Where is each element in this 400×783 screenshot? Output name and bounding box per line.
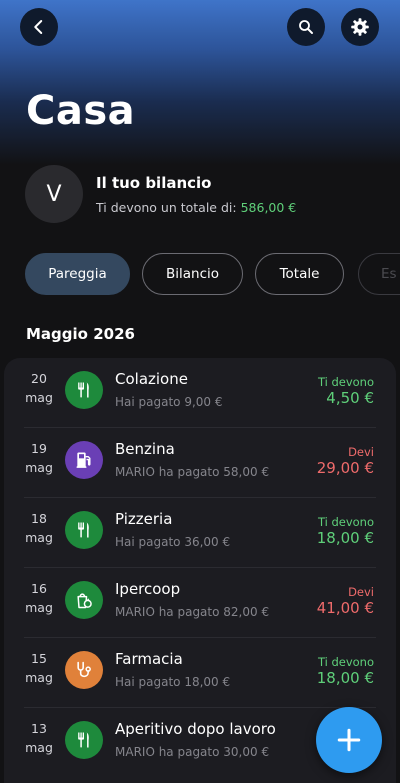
expense-day: 16 [31,581,47,596]
expense-day: 15 [31,651,47,666]
expense-row[interactable]: 18 mag Pizzeria Hai pagato 36,00 € Ti dev… [4,498,396,568]
cutlery-icon [65,511,103,549]
expense-date: 13 mag [22,719,56,757]
plus-icon [337,728,361,752]
expense-amount: 18,00 € [316,529,374,547]
expense-name: Pizzeria [115,510,173,528]
back-button[interactable] [20,8,58,46]
expense-month: mag [25,460,53,475]
expense-row[interactable]: 16 mag Ipercoop MARIO ha pagato 82,00 € D… [4,568,396,638]
expense-day: 19 [31,441,47,456]
expense-name: Colazione [115,370,188,388]
expense-month: mag [25,390,53,405]
expense-month: mag [25,600,53,615]
expense-status: Devi [348,585,374,599]
grocery-bag-icon [65,581,103,619]
expense-paid-text: MARIO ha pagato 58,00 € [115,465,270,479]
expense-month: mag [25,670,53,685]
balance-subtitle-text: Ti devono un totale di: [96,200,237,215]
expense-day: 18 [31,511,47,526]
avatar-letter: V [46,181,62,207]
chip-totale[interactable]: Totale [255,253,344,295]
expense-status: Devi [348,445,374,459]
expense-row[interactable]: 20 mag Colazione Hai pagato 9,00 € Ti dev… [4,358,396,428]
balance-title: Il tuo bilancio [96,174,212,192]
header-gradient [0,0,400,165]
expense-amount: 29,00 € [316,459,374,477]
stethoscope-icon [65,651,103,689]
settings-button[interactable] [341,8,379,46]
expense-status: Ti devono [317,515,374,529]
expense-date: 19 mag [22,439,56,477]
search-button[interactable] [287,8,325,46]
page-title: Casa [26,88,136,134]
expense-row[interactable]: 15 mag Farmacia Hai pagato 18,00 € Ti dev… [4,638,396,708]
chip-pareggia[interactable]: Pareggia [25,253,130,295]
expense-name: Benzina [115,440,175,458]
expense-month: mag [25,740,53,755]
expense-date: 20 mag [22,369,56,407]
expense-amount: 4,50 € [326,389,374,407]
expense-amount: 18,00 € [316,669,374,687]
expense-date: 18 mag [22,509,56,547]
expense-status: Ti devono [317,375,374,389]
filter-chips: Pareggia Bilancio Totale Es [25,253,400,295]
month-header: Maggio 2026 [26,325,135,343]
expense-name: Ipercoop [115,580,181,598]
expense-date: 15 mag [22,649,56,687]
expense-paid-text: Hai pagato 9,00 € [115,395,223,409]
add-expense-button[interactable] [316,707,382,773]
expense-paid-text: MARIO ha pagato 30,00 € [115,745,270,759]
expense-name: Aperitivo dopo lavoro [115,720,276,738]
expense-day: 20 [31,371,47,386]
balance-subtitle: Ti devono un totale di: 586,00 € [96,200,296,215]
expense-row[interactable]: 19 mag Benzina MARIO ha pagato 58,00 € De… [4,428,396,498]
avatar: V [25,165,83,223]
gear-icon [351,18,369,36]
expense-amount: 41,00 € [316,599,374,617]
expense-paid-text: MARIO ha pagato 82,00 € [115,605,270,619]
cutlery-icon [65,721,103,759]
chevron-left-icon [34,20,43,34]
chip-bilancio[interactable]: Bilancio [142,253,243,295]
expense-day: 13 [31,721,47,736]
chip-partial[interactable]: Es [358,253,400,295]
expense-month: mag [25,530,53,545]
search-icon [299,20,313,34]
expense-date: 16 mag [22,579,56,617]
expense-paid-text: Hai pagato 18,00 € [115,675,231,689]
expense-name: Farmacia [115,650,183,668]
fuel-pump-icon [65,441,103,479]
balance-amount: 586,00 € [240,200,297,215]
expense-status: Ti devono [317,655,374,669]
cutlery-icon [65,371,103,409]
expense-paid-text: Hai pagato 36,00 € [115,535,231,549]
